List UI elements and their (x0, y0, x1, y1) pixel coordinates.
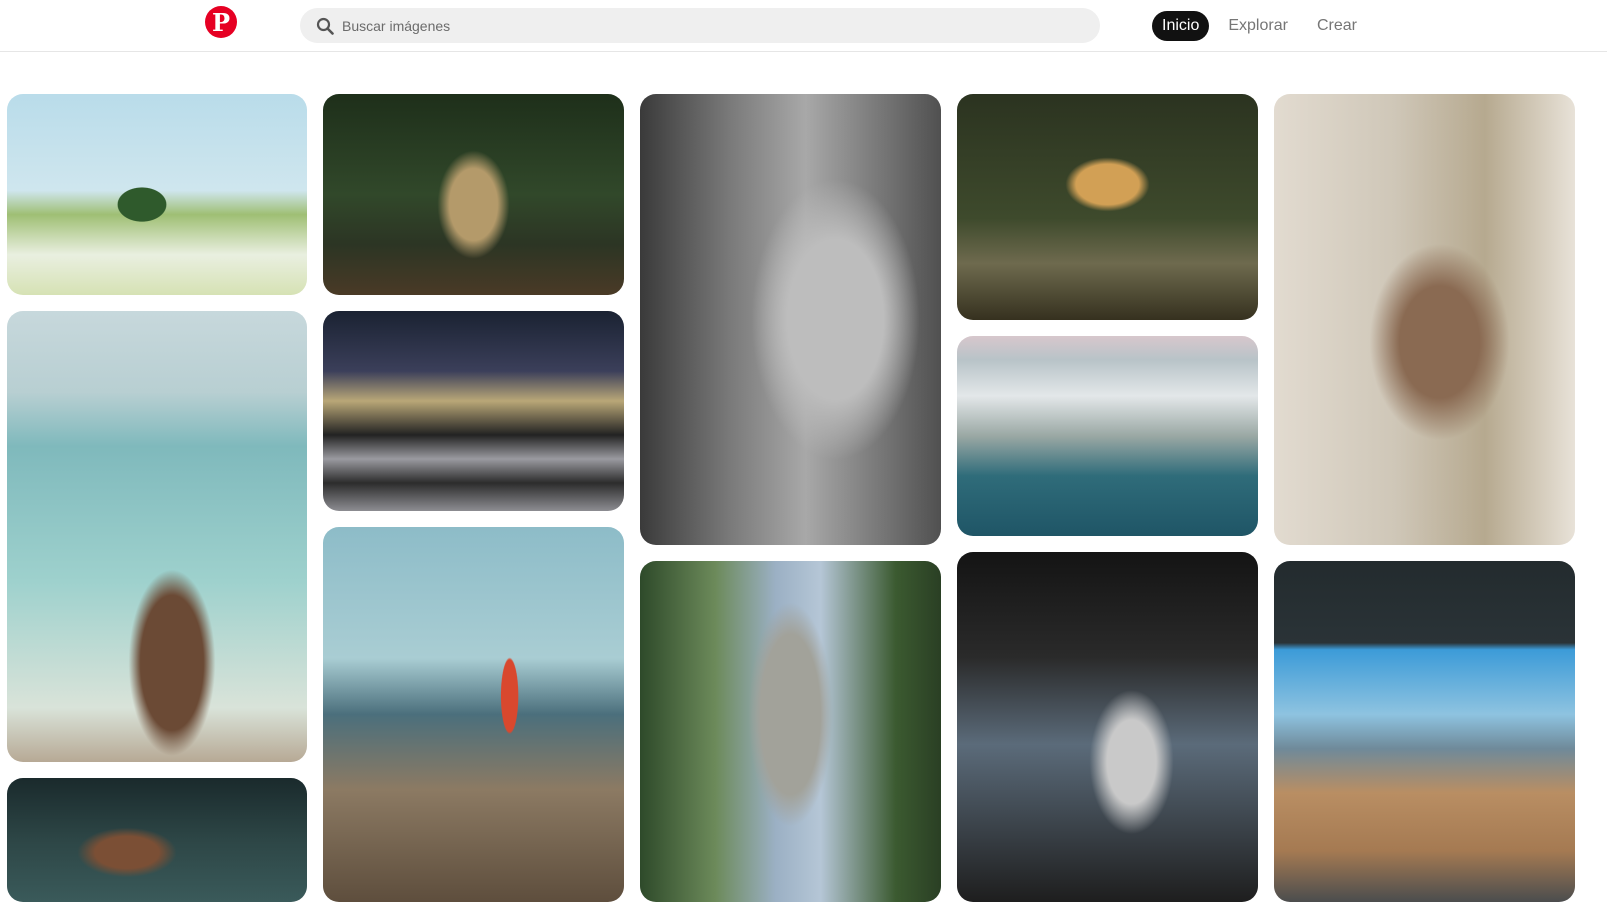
pin-image-nuthatch-bird[interactable] (957, 94, 1258, 320)
pin-image-beach-woman-boats[interactable] (7, 311, 307, 762)
pin-image-lighthouse-rocks[interactable] (323, 527, 624, 902)
pin-image-man-flowers-kitchen[interactable] (1274, 94, 1575, 545)
pin-image-city-taxi-motion[interactable] (323, 311, 624, 511)
pin-image-desert-car-window[interactable] (1274, 561, 1575, 902)
pin-image-train-travelers[interactable] (957, 552, 1258, 902)
pin-image-hands-closeup[interactable] (7, 778, 307, 902)
pin-image-snowy-lake-aerial[interactable] (957, 336, 1258, 536)
pin-feed-grid (0, 0, 1607, 902)
pin-image-field-flowers[interactable] (7, 94, 307, 295)
pin-image-trees-mountain[interactable] (640, 561, 941, 902)
pin-image-forest-two-men[interactable] (323, 94, 624, 295)
pin-image-bw-woman-mirror[interactable] (640, 94, 941, 545)
